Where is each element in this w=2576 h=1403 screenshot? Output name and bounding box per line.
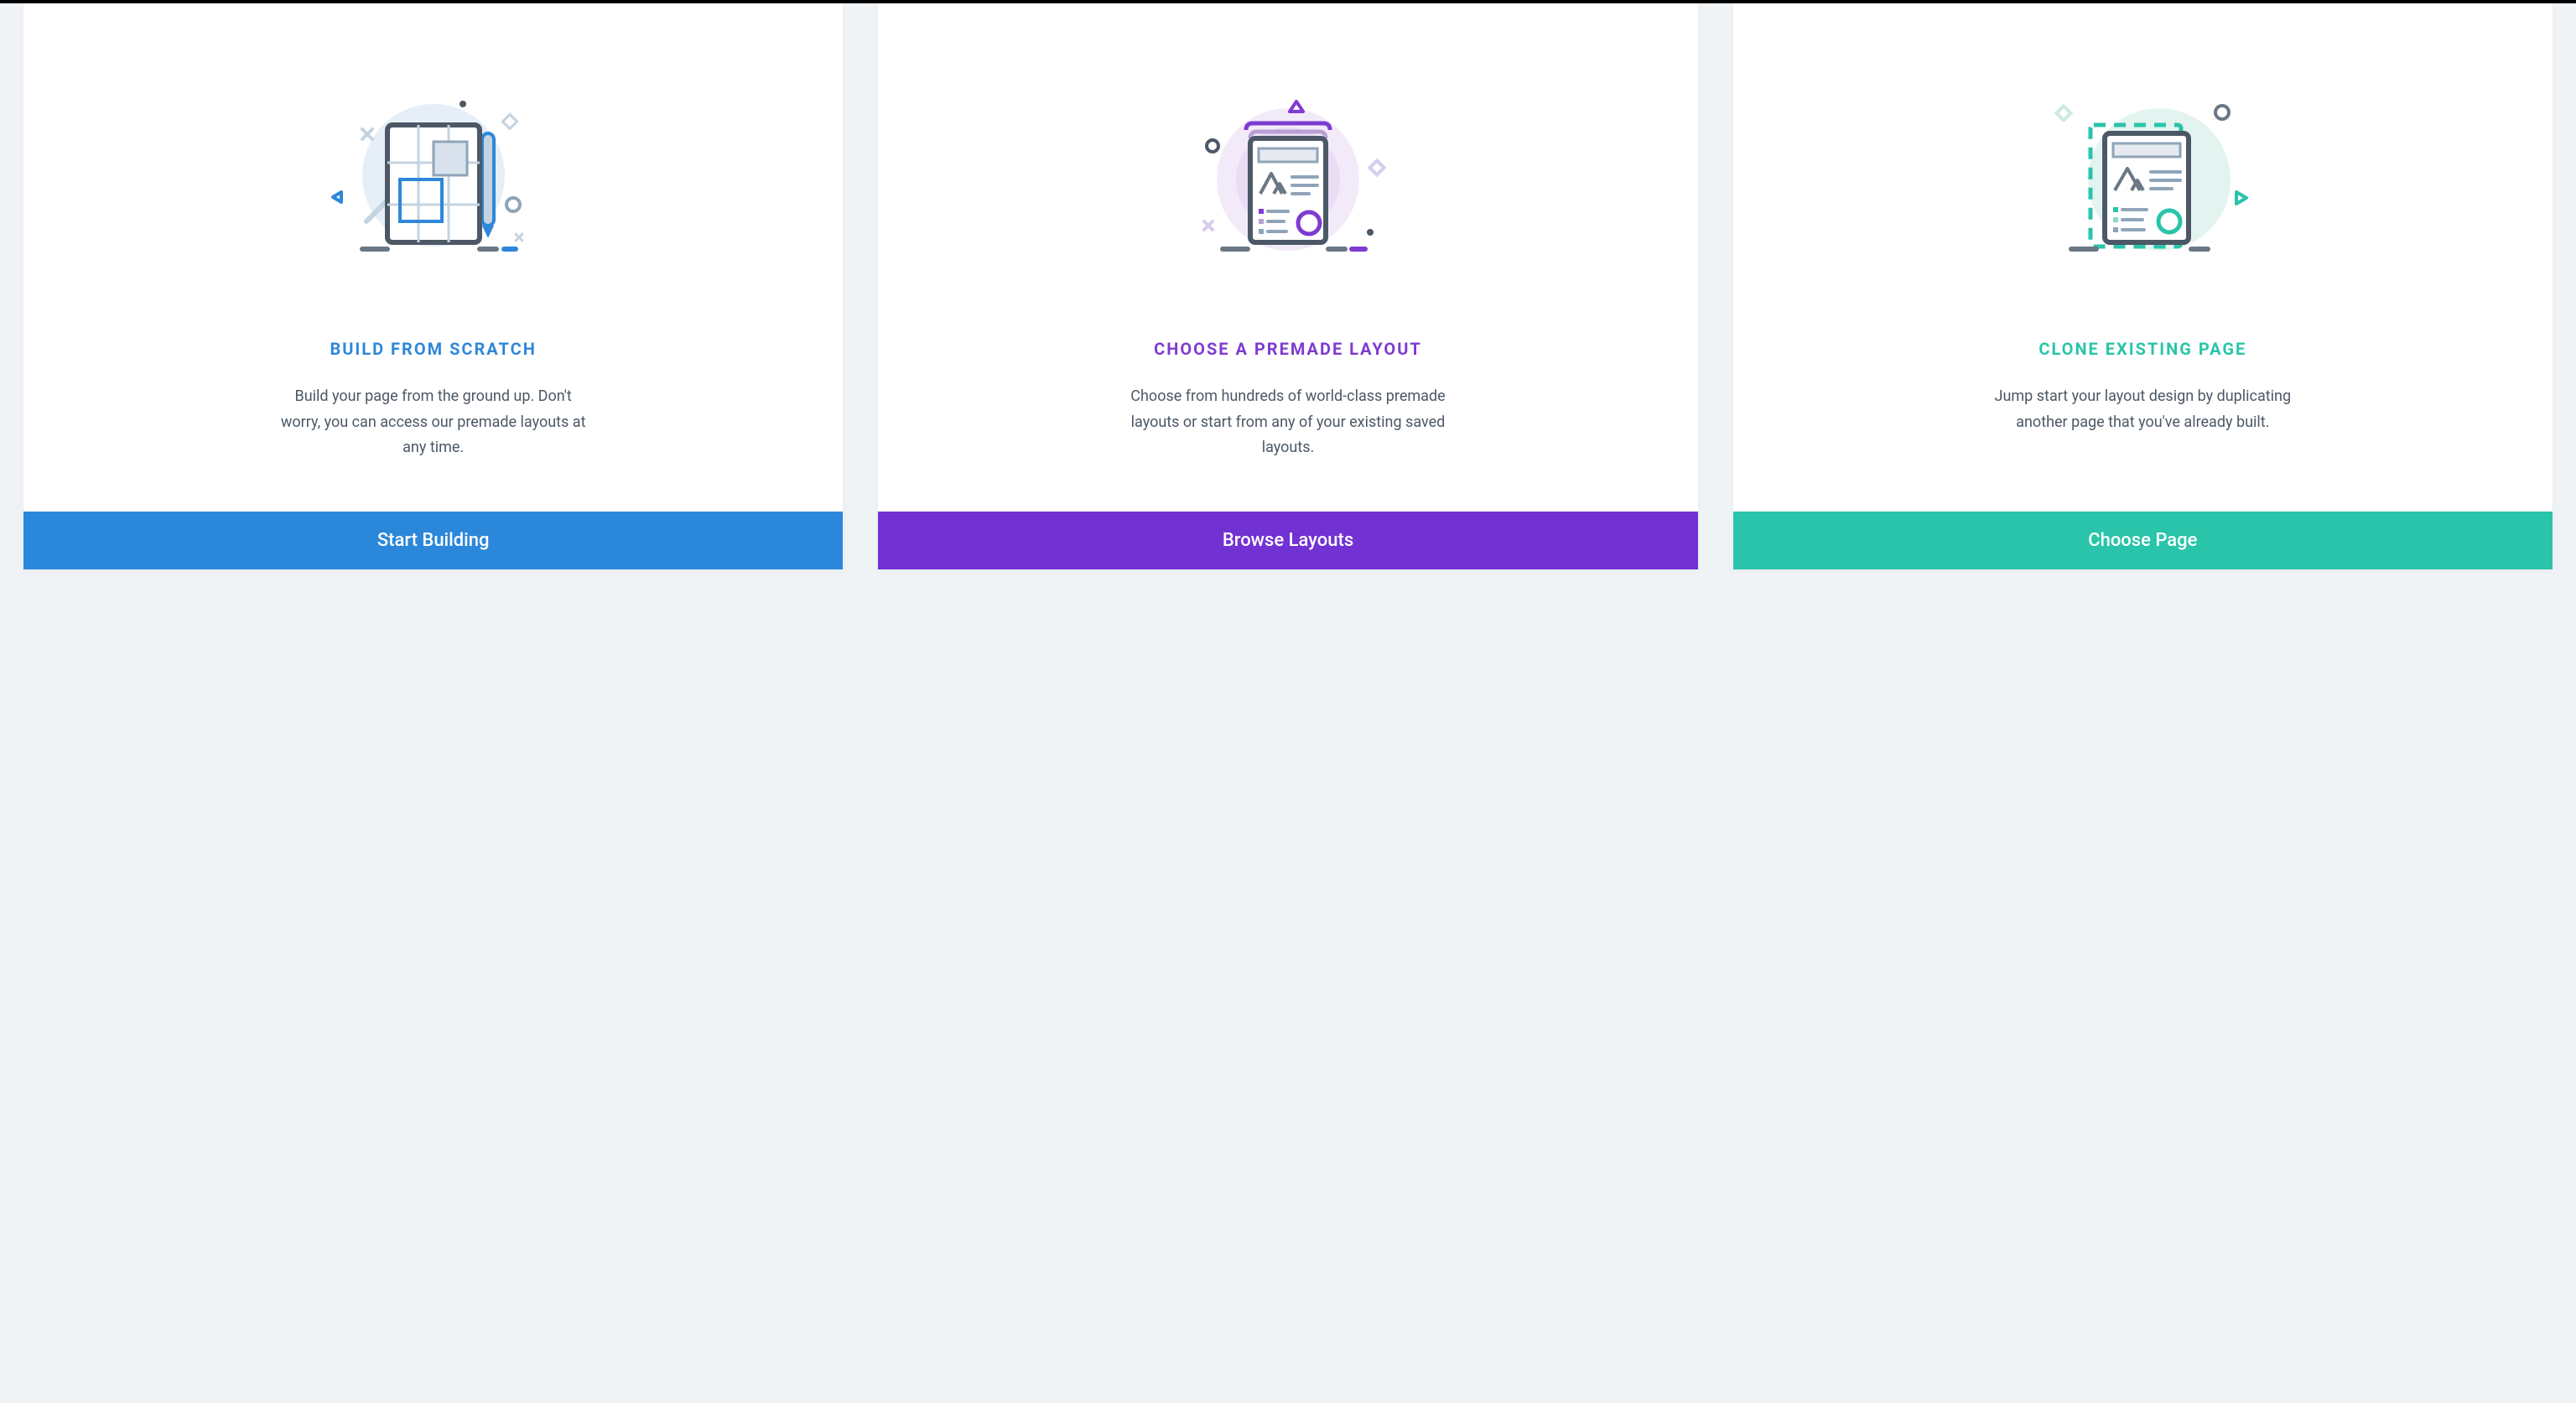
clone-existing-illustration [1767,37,2519,314]
card-clone-existing: CLONE EXISTING PAGE Jump start your layo… [1733,3,2553,569]
premade-layout-illustration [911,37,1664,314]
card-content: CHOOSE A PREMADE LAYOUT Choose from hund… [878,3,1697,512]
card-premade-layout: CHOOSE A PREMADE LAYOUT Choose from hund… [878,3,1697,569]
card-container: BUILD FROM SCRATCH Build your page from … [0,3,2576,569]
card-title: CHOOSE A PREMADE LAYOUT [1154,339,1422,359]
card-content: CLONE EXISTING PAGE Jump start your layo… [1733,3,2553,512]
start-building-button[interactable]: Start Building [23,512,843,569]
browse-layouts-button[interactable]: Browse Layouts [878,512,1697,569]
card-description: Build your page from the ground up. Don'… [274,384,593,461]
card-title: CLONE EXISTING PAGE [2038,339,2246,359]
card-content: BUILD FROM SCRATCH Build your page from … [23,3,843,512]
card-title: BUILD FROM SCRATCH [330,339,536,359]
build-scratch-illustration [57,37,809,314]
card-build-from-scratch: BUILD FROM SCRATCH Build your page from … [23,3,843,569]
choose-page-button[interactable]: Choose Page [1733,512,2553,569]
card-description: Choose from hundreds of world-class prem… [1129,384,1447,461]
card-description: Jump start your layout design by duplica… [1983,384,2302,435]
